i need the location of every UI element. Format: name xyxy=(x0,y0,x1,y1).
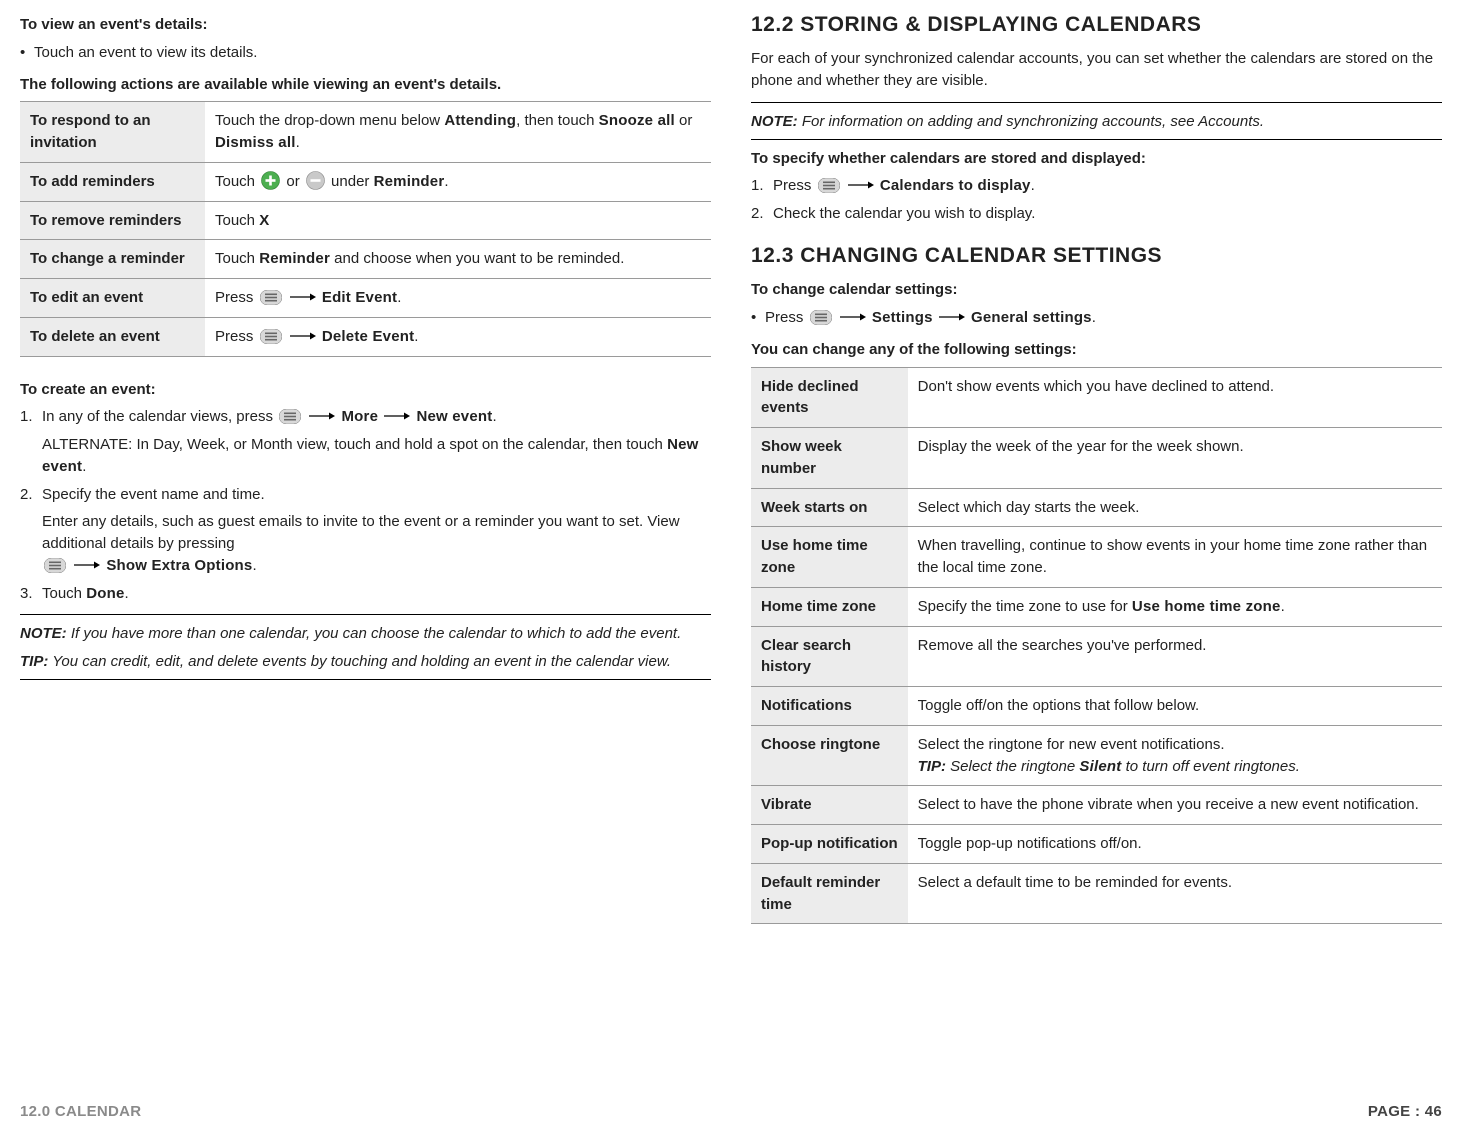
setting-label: Hide declined events xyxy=(751,367,908,428)
heading-settings-list: You can change any of the following sett… xyxy=(751,339,1442,361)
tip-touch-hold: TIP: You can credit, edit, and delete ev… xyxy=(20,651,711,673)
action-label: To change a reminder xyxy=(20,240,205,279)
action-description: Touch the drop-down menu below Attending… xyxy=(205,102,711,163)
tip-silent-ringtone: TIP: Select the ringtone Silent to turn … xyxy=(918,756,1432,778)
action-label: To edit an event xyxy=(20,279,205,318)
table-row: Hide declined events Don't show events w… xyxy=(751,367,1442,428)
setting-label: Default reminder time xyxy=(751,863,908,924)
menu-icon xyxy=(260,290,282,305)
note-accounts: NOTE: For information on adding and sync… xyxy=(751,111,1442,133)
action-description: Touch or under Reminder. xyxy=(205,162,711,201)
setting-label: Pop-up notification xyxy=(751,825,908,864)
table-row: Default reminder time Select a default t… xyxy=(751,863,1442,924)
setting-description: Select a default time to be reminded for… xyxy=(908,863,1442,924)
heading-change-settings: To change calendar settings: xyxy=(751,279,1442,301)
page-footer: 12.0 CALENDAR PAGE : 46 xyxy=(20,1101,1442,1123)
setting-label: Notifications xyxy=(751,687,908,726)
action-label: To delete an event xyxy=(20,317,205,356)
setting-description: Select to have the phone vibrate when yo… xyxy=(908,786,1442,825)
table-row: Home time zone Specify the time zone to … xyxy=(751,587,1442,626)
setting-label: Clear search history xyxy=(751,626,908,687)
plus-icon xyxy=(261,171,280,190)
section-12-2-title: 12.2 STORING & DISPLAYING CALENDARS xyxy=(751,10,1442,40)
event-actions-table: To respond to an invitation Touch the dr… xyxy=(20,101,711,356)
table-row: Week starts on Select which day starts t… xyxy=(751,488,1442,527)
section-12-3-title: 12.3 CHANGING CALENDAR SETTINGS xyxy=(751,241,1442,271)
bullet-change-settings: Press Settings General settings. xyxy=(751,307,1442,329)
setting-label: Vibrate xyxy=(751,786,908,825)
menu-icon xyxy=(810,310,832,325)
menu-icon xyxy=(279,409,301,424)
spec-step-2: 2. Check the calendar you wish to displa… xyxy=(751,203,1442,225)
arrow-right-icon xyxy=(848,180,874,190)
arrow-right-icon xyxy=(840,312,866,322)
action-label: To add reminders xyxy=(20,162,205,201)
table-row: Clear search history Remove all the sear… xyxy=(751,626,1442,687)
heading-actions-available: The following actions are available whil… xyxy=(20,74,711,96)
arrow-right-icon xyxy=(939,312,965,322)
settings-table: Hide declined events Don't show events w… xyxy=(751,367,1442,925)
action-description: Touch Reminder and choose when you want … xyxy=(205,240,711,279)
spec-step-1: 1. Press Calendars to display. xyxy=(751,175,1442,197)
action-description: Press Edit Event. xyxy=(205,279,711,318)
setting-description: Remove all the searches you've performed… xyxy=(908,626,1442,687)
bullet-view-details: Touch an event to view its details. xyxy=(20,42,711,64)
step-2: 2. Specify the event name and time. xyxy=(20,484,711,506)
table-row: To respond to an invitation Touch the dr… xyxy=(20,102,711,163)
table-row: To add reminders Touch or under Reminder… xyxy=(20,162,711,201)
setting-description: Specify the time zone to use for Use hom… xyxy=(908,587,1442,626)
heading-view-details: To view an event's details: xyxy=(20,14,711,36)
setting-label: Home time zone xyxy=(751,587,908,626)
table-row: To edit an event Press Edit Event. xyxy=(20,279,711,318)
step-3: 3. Touch Done. xyxy=(20,583,711,605)
setting-label: Show week number xyxy=(751,428,908,489)
table-row: Notifications Toggle off/on the options … xyxy=(751,687,1442,726)
action-description: Touch X xyxy=(205,201,711,240)
menu-icon xyxy=(44,558,66,573)
step-1: 1. In any of the calendar views, press M… xyxy=(20,406,711,428)
right-column: 12.2 STORING & DISPLAYING CALENDARS For … xyxy=(751,10,1442,1070)
table-row: Use home time zone When travelling, cont… xyxy=(751,527,1442,588)
setting-description: Don't show events which you have decline… xyxy=(908,367,1442,428)
table-row: To remove reminders Touch X xyxy=(20,201,711,240)
menu-icon xyxy=(260,329,282,344)
arrow-right-icon xyxy=(309,411,335,421)
table-row: Vibrate Select to have the phone vibrate… xyxy=(751,786,1442,825)
step-2-detail: Enter any details, such as guest emails … xyxy=(20,511,711,576)
setting-label: Use home time zone xyxy=(751,527,908,588)
note-multiple-calendars: NOTE: If you have more than one calendar… xyxy=(20,623,711,645)
arrow-right-icon xyxy=(290,331,316,341)
heading-create-event: To create an event: xyxy=(20,379,711,401)
table-row: To change a reminder Touch Reminder and … xyxy=(20,240,711,279)
setting-description: Display the week of the year for the wee… xyxy=(908,428,1442,489)
setting-label: Choose ringtone xyxy=(751,725,908,786)
footer-page-number: PAGE : 46 xyxy=(1368,1101,1442,1123)
footer-section-label: 12.0 CALENDAR xyxy=(20,1101,141,1123)
heading-specify-calendars: To specify whether calendars are stored … xyxy=(751,148,1442,170)
step-1-alternate: ALTERNATE: In Day, Week, or Month view, … xyxy=(20,434,711,478)
table-row: Show week number Display the week of the… xyxy=(751,428,1442,489)
table-row: To delete an event Press Delete Event. xyxy=(20,317,711,356)
menu-icon xyxy=(818,178,840,193)
table-row: Choose ringtone Select the ringtone for … xyxy=(751,725,1442,786)
arrow-right-icon xyxy=(384,411,410,421)
action-label: To respond to an invitation xyxy=(20,102,205,163)
left-column: To view an event's details: Touch an eve… xyxy=(20,10,711,1070)
action-description: Press Delete Event. xyxy=(205,317,711,356)
setting-label: Week starts on xyxy=(751,488,908,527)
setting-description: Select the ringtone for new event notifi… xyxy=(908,725,1442,786)
setting-description: Toggle pop-up notifications off/on. xyxy=(908,825,1442,864)
table-row: Pop-up notification Toggle pop-up notifi… xyxy=(751,825,1442,864)
setting-description: When travelling, continue to show events… xyxy=(908,527,1442,588)
action-label: To remove reminders xyxy=(20,201,205,240)
setting-description: Toggle off/on the options that follow be… xyxy=(908,687,1442,726)
setting-description: Select which day starts the week. xyxy=(908,488,1442,527)
arrow-right-icon xyxy=(74,560,100,570)
section-12-2-intro: For each of your synchronized calendar a… xyxy=(751,48,1442,92)
minus-icon xyxy=(306,171,325,190)
arrow-right-icon xyxy=(290,292,316,302)
